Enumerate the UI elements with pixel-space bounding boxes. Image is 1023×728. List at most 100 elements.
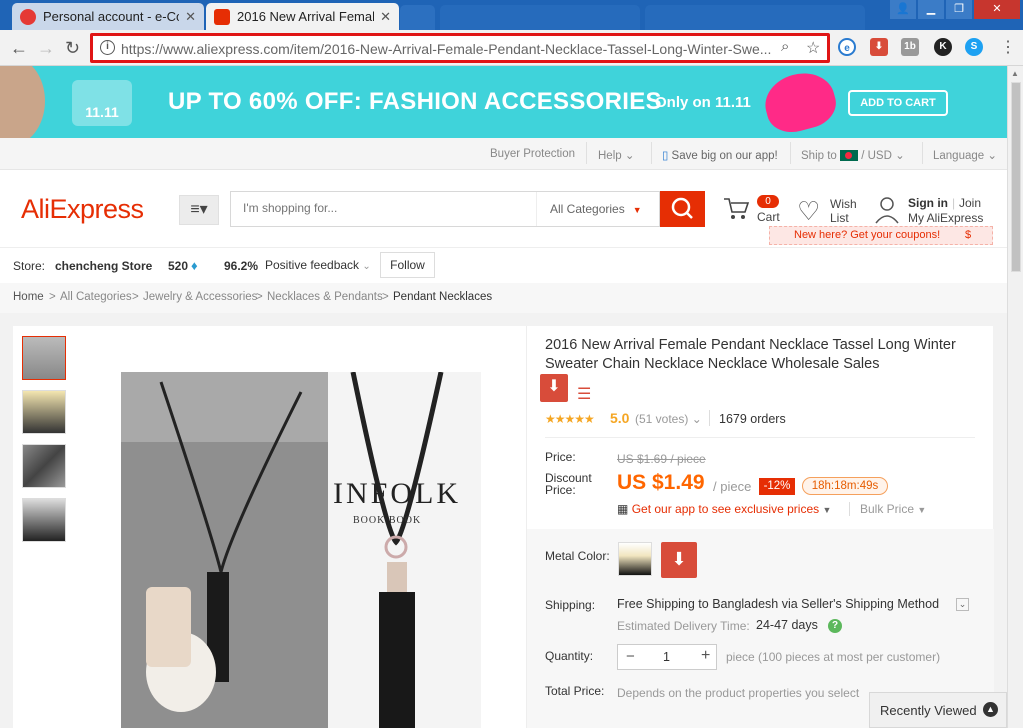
minimize-button[interactable]: ▁ <box>918 0 944 19</box>
divider: | <box>952 196 956 210</box>
breadcrumb-separator: > <box>382 291 389 303</box>
user-icon[interactable] <box>874 195 900 228</box>
profile-icon[interactable]: 👤 <box>890 0 916 19</box>
search-input[interactable] <box>243 201 523 215</box>
join-link[interactable]: Join <box>959 196 981 210</box>
quantity-input[interactable]: 1 <box>663 650 670 664</box>
restore-button[interactable]: ❐ <box>946 0 972 19</box>
category-menu-button[interactable]: ≡▾ <box>179 195 219 225</box>
phone-icon: ▯ <box>662 150 669 162</box>
feedback-link[interactable]: Positive feedback ⌄ <box>265 258 371 272</box>
breadcrumb-necklaces[interactable]: Necklaces & Pendants <box>267 291 383 303</box>
discount-label-line2: Price: <box>545 483 576 497</box>
logo-text: AliExpress <box>21 194 144 224</box>
product-thumbnail[interactable] <box>22 444 66 488</box>
address-bar[interactable]: i https://www.aliexpress.com/item/2016-N… <box>90 33 830 63</box>
wish-label-2[interactable]: List <box>830 211 849 225</box>
follow-button[interactable]: Follow <box>380 252 435 278</box>
decrease-quantity-button[interactable]: − <box>626 648 635 665</box>
download-extension-icon[interactable]: ⬇ <box>540 374 568 402</box>
breadcrumb-all-categories[interactable]: All Categories <box>60 291 132 303</box>
wish-label-1[interactable]: Wish <box>830 197 857 211</box>
breadcrumb-jewelry[interactable]: Jewelry & Accessories <box>143 291 257 303</box>
search-icon <box>671 197 693 219</box>
store-name-link[interactable]: chencheng Store <box>55 259 152 273</box>
cart-link[interactable] <box>722 194 750 225</box>
close-window-button[interactable]: ✕ <box>974 0 1020 19</box>
discount-price: US $1.49 <box>617 471 705 494</box>
bookmark-star-icon[interactable]: ☆ <box>806 38 820 58</box>
divider <box>922 142 923 164</box>
product-title: 2016 New Arrival Female Pendant Necklace… <box>545 337 956 372</box>
language-selector[interactable]: Language ⌄ <box>933 148 997 162</box>
language-label: Language <box>933 150 985 162</box>
buyer-protection-link[interactable]: Buyer Protection <box>490 148 575 160</box>
store-bar: Store: chencheng Store 520 ♦ 96.2% Posit… <box>0 247 1007 283</box>
product-main-image[interactable]: INFOLK BOOK BOOK <box>121 372 481 728</box>
forward-arrow-icon[interactable]: → <box>37 38 55 58</box>
increase-quantity-button[interactable]: + <box>701 647 710 665</box>
browser-tab-aliexpress[interactable]: 2016 New Arrival Female ✕ <box>206 3 399 30</box>
search-button[interactable] <box>660 191 705 227</box>
price-label: Price: <box>545 450 576 464</box>
all-categories-dropdown[interactable]: All Categories ▼ <box>536 192 661 226</box>
ship-to-label: Ship to <box>801 150 837 162</box>
promo-banner[interactable]: 11.11 UP TO 60% OFF: FASHION ACCESSORIES… <box>0 66 1007 138</box>
close-tab-icon[interactable]: ✕ <box>374 9 391 25</box>
close-tab-icon[interactable]: ✕ <box>179 9 196 25</box>
scrollbar-thumb[interactable] <box>1011 82 1021 272</box>
scroll-up-icon[interactable]: ▲ <box>1011 69 1019 78</box>
reload-icon[interactable]: ↻ <box>65 38 80 58</box>
help-link[interactable]: Help ⌄ <box>598 148 635 162</box>
orders-count: 1679 orders <box>719 412 786 426</box>
back-arrow-icon[interactable]: ← <box>10 38 28 58</box>
aliexpress-logo[interactable]: AliExpress <box>21 194 144 225</box>
banner-headline: UP TO 60% OFF: FASHION ACCESSORIES <box>168 88 662 115</box>
info-icon[interactable]: i <box>100 40 115 55</box>
shipping-dropdown-icon[interactable]: ⌄ <box>956 598 969 611</box>
extension-e-icon[interactable]: e <box>838 38 856 56</box>
extension-1b-icon[interactable]: 1b <box>901 38 919 56</box>
app-link[interactable]: ▯ Save big on our app! <box>662 148 778 162</box>
bulk-price-dropdown[interactable]: Bulk Price ▼ <box>860 502 926 516</box>
diamond-icon: ♦ <box>191 258 198 273</box>
url-text: https://www.aliexpress.com/item/2016-New… <box>121 41 771 57</box>
recently-viewed-toggle[interactable]: Recently Viewed ▲ <box>869 692 1007 728</box>
votes-label: (51 votes) <box>635 412 689 426</box>
metal-color-label: Metal Color: <box>545 549 610 563</box>
coupon-banner[interactable]: New here? Get your coupons! $ <box>769 226 993 245</box>
zoom-search-icon[interactable]: ⌕ <box>781 38 789 55</box>
product-panel: INFOLK BOOK BOOK 2016 New Arrival Female… <box>13 326 994 728</box>
divider <box>790 142 791 164</box>
1111-badge: 11.11 <box>72 80 132 126</box>
cart-label[interactable]: Cart <box>757 210 780 224</box>
add-to-cart-banner-button[interactable]: ADD TO CART <box>848 90 948 116</box>
download-extension-icon[interactable]: ⬇ <box>661 542 697 578</box>
metal-color-option[interactable] <box>618 542 652 576</box>
browser-tab-ecom[interactable]: Personal account - e-Com ✕ <box>12 3 204 30</box>
page-scrollbar[interactable]: ▲ <box>1007 66 1023 728</box>
ship-to-selector[interactable]: Ship to / USD ⌄ <box>801 148 905 162</box>
background-window-tab <box>440 5 640 30</box>
my-aliexpress-link[interactable]: My AliExpress <box>908 211 983 225</box>
app-promo-link[interactable]: ▦ Get our app to see exclusive prices ▼ <box>617 502 831 516</box>
heart-icon[interactable]: ♡ <box>797 198 820 224</box>
votes-link[interactable]: (51 votes) ⌄ <box>635 412 702 426</box>
product-thumbnail[interactable] <box>22 498 66 542</box>
breadcrumb-separator: > <box>256 291 263 303</box>
store-score: 520 <box>168 259 189 273</box>
skype-icon[interactable]: S <box>965 38 983 56</box>
cart-count-badge: 0 <box>757 195 779 208</box>
extension-k-icon[interactable]: K <box>934 38 952 56</box>
sign-in-link[interactable]: Sign in <box>908 196 948 210</box>
quantity-stepper: − 1 + <box>617 644 717 670</box>
site-header: AliExpress ≡▾ All Categories ▼ 0 Cart ♡ W… <box>0 170 1007 247</box>
extension-save-icon[interactable]: ⬇ <box>870 38 888 56</box>
help-question-icon[interactable]: ? <box>828 619 842 633</box>
menu-dots-icon[interactable]: ⋮ <box>1000 38 1016 58</box>
breadcrumb-home[interactable]: Home <box>13 291 44 303</box>
new-tab-button[interactable] <box>400 5 435 30</box>
product-thumbnail[interactable] <box>22 390 66 434</box>
list-icon[interactable]: ☰ <box>577 384 591 404</box>
product-thumbnail[interactable] <box>22 336 66 380</box>
